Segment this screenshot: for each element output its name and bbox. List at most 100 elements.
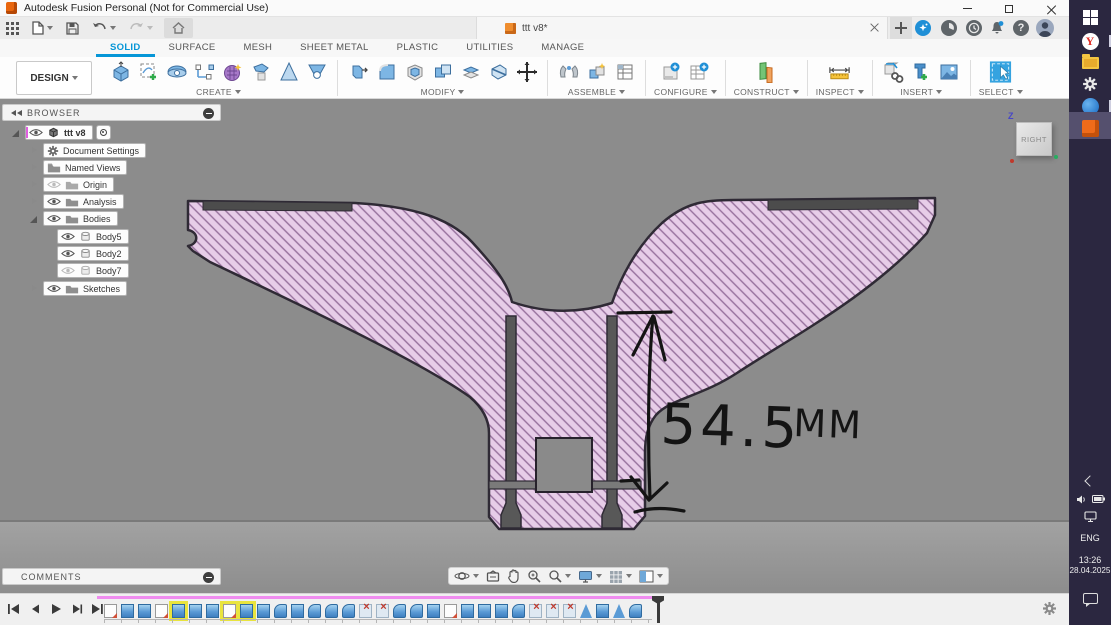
configure-group-label[interactable]: CONFIGURE	[654, 87, 708, 97]
document-tab[interactable]: ttt v8*	[476, 17, 888, 39]
press-pull-icon[interactable]	[346, 60, 371, 85]
configuration-table-icon[interactable]	[687, 60, 712, 85]
battery-icon[interactable]	[1092, 495, 1105, 503]
revolve-icon[interactable]	[164, 60, 189, 85]
expander-closed-icon[interactable]	[30, 284, 39, 293]
show-hidden-icons-chevron[interactable]	[1069, 474, 1111, 488]
visibility-eye-icon[interactable]	[47, 197, 61, 206]
view-cube-face[interactable]: RIGHT	[1016, 122, 1052, 156]
new-tab-button[interactable]	[890, 17, 912, 39]
inspect-group-label[interactable]: INSPECT	[816, 87, 855, 97]
collapse-panel-icon[interactable]	[11, 110, 22, 116]
browser-row-analysis[interactable]: Analysis	[30, 194, 124, 209]
browser-row-sketches[interactable]: Sketches	[30, 281, 127, 296]
clock-time[interactable]: 13:26	[1069, 555, 1111, 565]
timeline-feature-delete[interactable]	[376, 604, 389, 618]
expander-closed-icon[interactable]	[30, 197, 39, 206]
timeline-feature-fillet[interactable]	[325, 604, 338, 618]
browser-row-bodies[interactable]: Bodies	[30, 211, 118, 226]
expander-open-icon[interactable]	[30, 214, 39, 223]
comments-options-icon[interactable]	[203, 572, 214, 583]
timeline-settings-gear-icon[interactable]	[1042, 601, 1057, 621]
restore-button[interactable]	[999, 1, 1019, 17]
step-back-icon[interactable]	[27, 601, 42, 616]
create-sketch-icon[interactable]	[136, 60, 161, 85]
clock-date[interactable]: 28.04.2025	[1069, 566, 1111, 575]
offset-face-icon[interactable]	[458, 60, 483, 85]
yandex-browser-icon[interactable]: Y	[1069, 30, 1111, 52]
close-button[interactable]	[1041, 1, 1061, 17]
construction-plane-icon[interactable]	[754, 60, 779, 85]
timeline-feature-extrude[interactable]	[291, 604, 304, 618]
timeline-feature-delete[interactable]	[563, 604, 576, 618]
user-avatar[interactable]	[1036, 19, 1054, 37]
visibility-eye-off-icon[interactable]	[61, 266, 75, 275]
move-copy-icon[interactable]	[514, 60, 539, 85]
minimize-button[interactable]	[957, 1, 977, 17]
timeline-feature-fillet[interactable]	[512, 604, 525, 618]
pan-icon[interactable]	[507, 569, 520, 583]
select-group-label[interactable]: SELECT	[979, 87, 1014, 97]
speaker-icon[interactable]	[1076, 494, 1087, 505]
activate-component-radio[interactable]	[96, 125, 111, 140]
browser-options-icon[interactable]	[203, 108, 214, 119]
timeline-feature-fillet[interactable]	[274, 604, 287, 618]
timeline-feature-extrude[interactable]	[172, 604, 185, 618]
timeline-feature-extrude[interactable]	[257, 604, 270, 618]
tab-plastic[interactable]: PLASTIC	[383, 39, 453, 57]
timeline-feature-extrude[interactable]	[461, 604, 474, 618]
visibility-eye-off-icon[interactable]	[47, 180, 61, 189]
timeline-feature-extrude[interactable]	[189, 604, 202, 618]
zoom-window-icon[interactable]	[548, 569, 571, 583]
timeline-feature-extrude[interactable]	[478, 604, 491, 618]
insert-group-label[interactable]: INSERT	[900, 87, 933, 97]
extrude-icon[interactable]	[108, 60, 133, 85]
job-status-icon[interactable]	[941, 20, 957, 36]
loft-icon[interactable]	[248, 60, 273, 85]
tab-manage[interactable]: MANAGE	[527, 39, 598, 57]
timeline-feature-fillet[interactable]	[410, 604, 423, 618]
new-component-icon[interactable]	[584, 60, 609, 85]
configuration-icon[interactable]	[659, 60, 684, 85]
canvas-image-icon[interactable]	[937, 60, 962, 85]
timeline-feature-extrude[interactable]	[206, 604, 219, 618]
measure-icon[interactable]	[827, 60, 852, 85]
file-menu-icon[interactable]	[30, 18, 55, 38]
browser-panel-header[interactable]: BROWSER	[2, 104, 221, 121]
windows-start-button[interactable]	[1069, 6, 1111, 28]
tab-utilities[interactable]: UTILITIES	[452, 39, 527, 57]
tab-surface[interactable]: SURFACE	[155, 39, 230, 57]
visibility-eye-icon[interactable]	[61, 232, 75, 241]
timeline-feature-delete[interactable]	[529, 604, 542, 618]
timeline-feature-sketch[interactable]	[444, 604, 457, 618]
settings-gear-icon[interactable]	[1069, 73, 1111, 95]
multiple-views-icon[interactable]	[639, 570, 663, 583]
comments-panel-header[interactable]: COMMENTS	[2, 568, 221, 585]
home-button[interactable]	[164, 18, 193, 38]
timeline-feature-fillet[interactable]	[342, 604, 355, 618]
tab-close-icon[interactable]	[870, 23, 879, 32]
insert-mcmaster-icon[interactable]	[909, 60, 934, 85]
expander-closed-icon[interactable]	[30, 163, 39, 172]
zoom-icon[interactable]	[527, 569, 541, 583]
view-cube[interactable]: Z RIGHT	[1006, 113, 1058, 165]
tray-icons[interactable]	[1069, 492, 1111, 506]
create-group-label[interactable]: CREATE	[196, 87, 232, 97]
timeline-playhead[interactable]	[652, 596, 664, 623]
grid-layout-icon[interactable]	[609, 570, 632, 583]
visibility-eye-icon[interactable]	[47, 214, 61, 223]
joint-icon[interactable]	[556, 60, 581, 85]
timeline-feature-extrude[interactable]	[596, 604, 609, 618]
construct-group-label[interactable]: CONSTRUCT	[734, 87, 790, 97]
insert-derive-icon[interactable]	[881, 60, 906, 85]
fusion-taskbar-icon[interactable]	[1069, 117, 1111, 139]
bom-table-icon[interactable]	[612, 60, 637, 85]
timeline-feature-extrude[interactable]	[495, 604, 508, 618]
save-icon[interactable]	[64, 18, 81, 38]
browser-row-body5[interactable]: Body5	[57, 229, 129, 244]
expander-open-icon[interactable]	[12, 128, 21, 137]
tab-solid[interactable]: SOLID	[96, 39, 155, 57]
browser-row-root[interactable]: ttt v8	[12, 125, 111, 140]
timeline-feature-draft[interactable]	[580, 604, 592, 618]
timeline-feature-sketch[interactable]	[223, 604, 236, 618]
